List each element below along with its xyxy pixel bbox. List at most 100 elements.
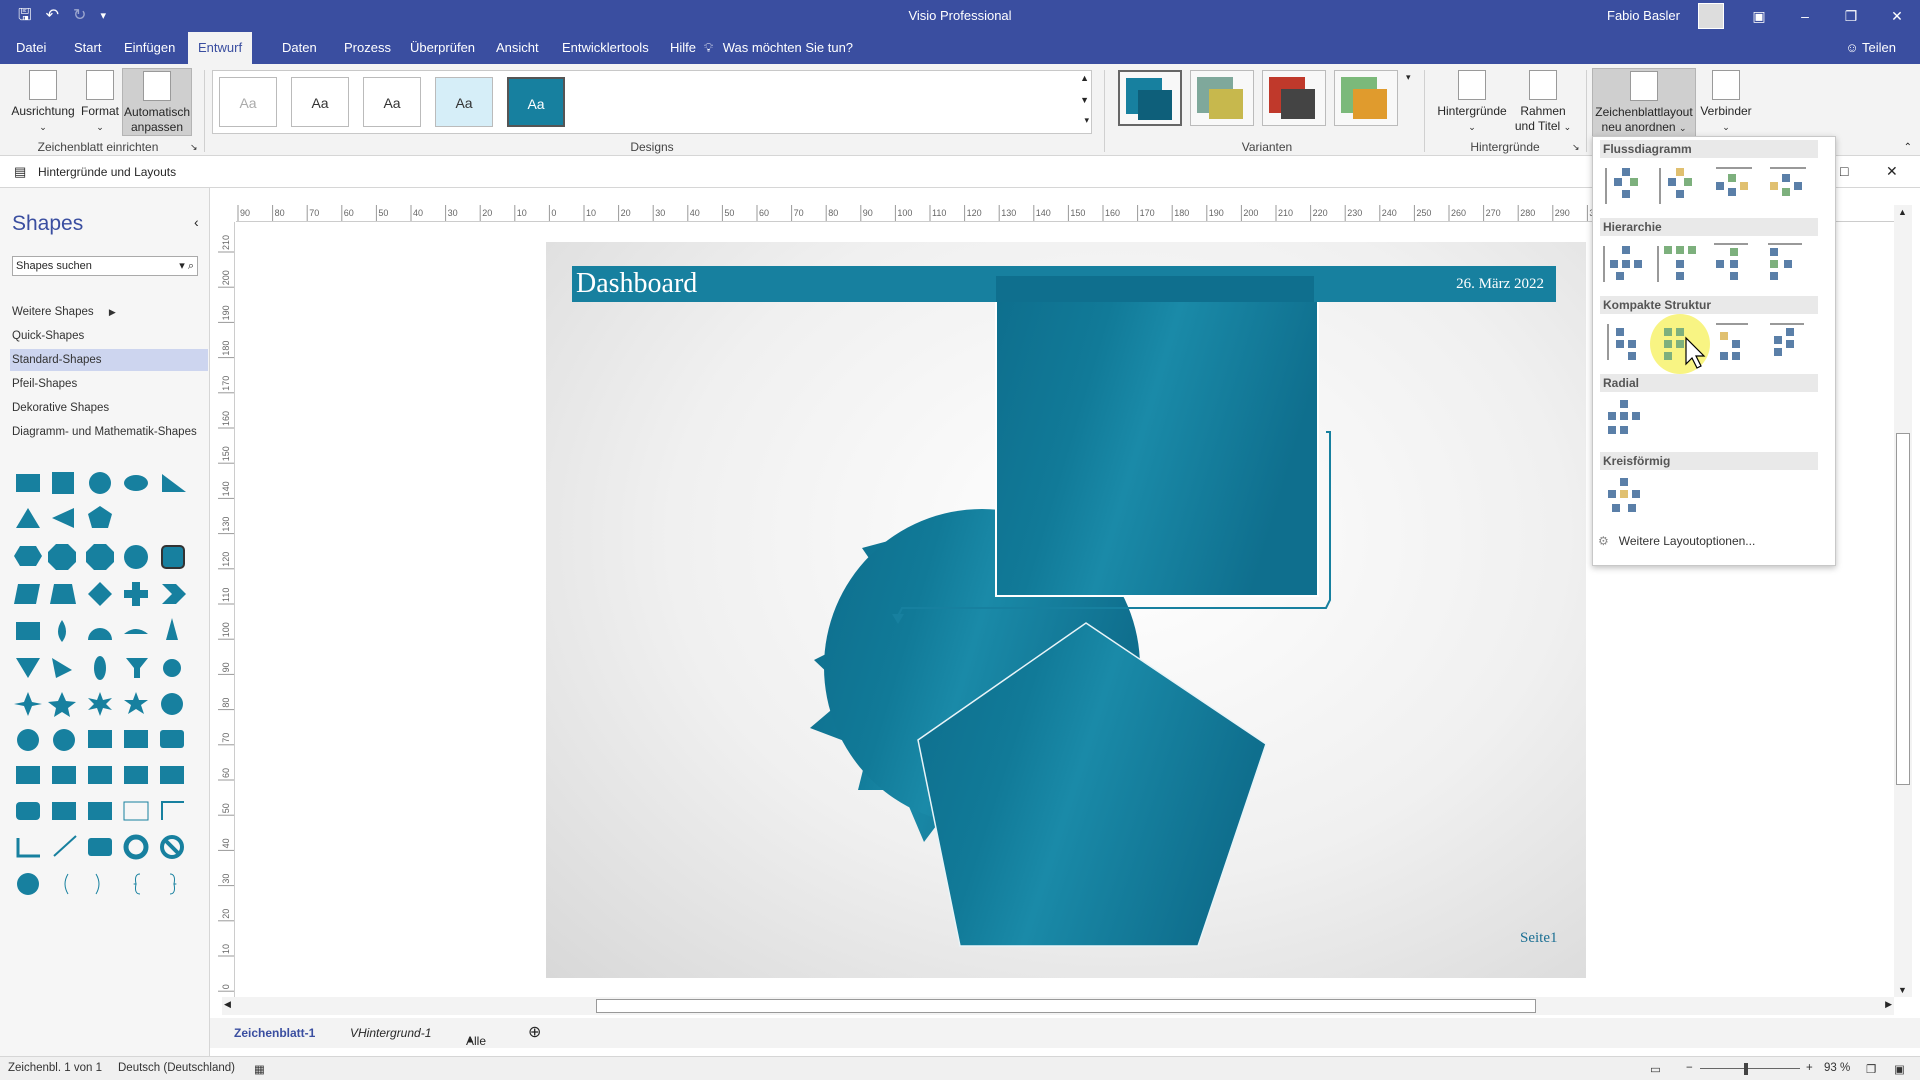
- dialog-launcher-icon[interactable]: ↘: [1572, 142, 1580, 153]
- scroll-left-icon[interactable]: ◀: [224, 999, 231, 1010]
- shape-circle-small[interactable]: [17, 873, 39, 895]
- shape-plaque[interactable]: [88, 838, 112, 856]
- share-button[interactable]: ☺ Teilen: [1845, 32, 1896, 64]
- shape-parallelogram[interactable]: [14, 584, 40, 604]
- shape-can[interactable]: [161, 545, 185, 569]
- stencil-pfeil-shapes[interactable]: Pfeil-Shapes: [12, 378, 77, 390]
- shape-line[interactable]: [53, 835, 77, 857]
- rahmen-titel-button[interactable]: Rahmen und Titel ⌄: [1510, 68, 1576, 135]
- macro-icon[interactable]: ▦: [254, 1062, 265, 1076]
- vertical-scrollbar[interactable]: ▲ ▼: [1894, 205, 1912, 997]
- switch-windows-icon[interactable]: ▣: [1894, 1062, 1905, 1076]
- shape-brace-right[interactable]: [169, 873, 177, 895]
- add-page-icon[interactable]: ⊕: [528, 1022, 541, 1042]
- shape-arc[interactable]: [124, 629, 148, 634]
- design-theme-2[interactable]: Aa: [291, 77, 349, 127]
- shape-rect-g[interactable]: [88, 802, 112, 820]
- shape-octagon[interactable]: [86, 544, 114, 570]
- variant-3[interactable]: [1262, 70, 1326, 126]
- shapes-search-input[interactable]: Shapes suchen ▾ ⌕: [12, 256, 198, 276]
- collapse-ribbon-icon[interactable]: ⌃: [1904, 142, 1912, 153]
- stencil-diagramm-mathematik[interactable]: Diagramm- und Mathematik-Shapes: [12, 426, 197, 438]
- shape-chevron[interactable]: [162, 584, 186, 604]
- panel-close-icon[interactable]: ✕: [1886, 163, 1898, 180]
- shape-rect-b[interactable]: [52, 766, 76, 784]
- shape-right-triangle[interactable]: [162, 474, 186, 492]
- more-icon[interactable]: ▾: [1084, 115, 1089, 126]
- shape-leaf[interactable]: [94, 656, 106, 680]
- tab-ansicht[interactable]: Ansicht: [486, 32, 549, 64]
- auto-size-button[interactable]: Automatisch anpassen: [122, 68, 192, 136]
- shape-cross[interactable]: [124, 582, 148, 606]
- hintergruende-button[interactable]: Hintergründe ⌄: [1436, 68, 1508, 135]
- design-theme-3[interactable]: Aa: [363, 77, 421, 127]
- shape-rectangle[interactable]: [16, 474, 40, 492]
- format-button[interactable]: Format ⌄: [78, 68, 122, 135]
- shape-rect-c[interactable]: [88, 766, 112, 784]
- zoom-level[interactable]: 93 %: [1824, 1062, 1850, 1074]
- layout-compact-right-down-icon[interactable]: [1716, 323, 1748, 360]
- tab-daten[interactable]: Daten: [272, 32, 327, 64]
- shape-frame[interactable]: [88, 730, 112, 748]
- square-shape[interactable]: [995, 275, 1319, 597]
- shape-decagon[interactable]: [124, 545, 148, 569]
- shape-triangle[interactable]: [16, 508, 40, 528]
- user-name[interactable]: Fabio Basler: [1607, 8, 1680, 23]
- shape-star-7[interactable]: [124, 692, 148, 714]
- tab-entwicklertools[interactable]: Entwicklertools: [552, 32, 659, 64]
- shape-star-4[interactable]: [14, 692, 42, 716]
- language[interactable]: Deutsch (Deutschland): [118, 1062, 235, 1074]
- close-icon[interactable]: ✕: [1874, 0, 1920, 32]
- more-layout-options-link[interactable]: ⚙ Weitere Layoutoptionen...: [1598, 534, 1755, 548]
- ausrichtung-button[interactable]: Ausrichtung ⌄: [8, 68, 78, 135]
- relayout-page-button[interactable]: Zeichenblattlayout neu anordnen ⌄: [1592, 68, 1696, 140]
- scroll-up-icon[interactable]: ▲: [1898, 207, 1907, 217]
- tab-start[interactable]: Start: [64, 32, 111, 64]
- variants-more-icon[interactable]: ▾: [1406, 72, 1411, 83]
- shape-snip-rect[interactable]: [160, 730, 184, 748]
- horizontal-scrollbar[interactable]: ◀ ▶: [222, 997, 1894, 1015]
- layout-hierarchy-top-bottom-icon[interactable]: [1603, 246, 1642, 282]
- layout-hierarchy-left-right-icon[interactable]: [1714, 243, 1748, 280]
- shape-heptagon[interactable]: [48, 544, 76, 570]
- stencil-dekorative-shapes[interactable]: Dekorative Shapes: [12, 402, 109, 414]
- shape-donut[interactable]: [123, 834, 149, 860]
- shape-inverted-triangle[interactable]: [16, 658, 40, 678]
- tell-me-search[interactable]: 💡︎ Was möchten Sie tun?: [704, 32, 853, 64]
- layout-flow-right-left-icon[interactable]: [1770, 167, 1806, 196]
- layout-flow-top-bottom-icon[interactable]: [1605, 168, 1638, 204]
- shape-pentagon[interactable]: [88, 506, 112, 528]
- minimize-icon[interactable]: –: [1782, 0, 1828, 32]
- layout-circular-icon[interactable]: [1608, 478, 1640, 512]
- layout-flow-bottom-top-icon[interactable]: [1659, 168, 1692, 204]
- ribbon-display-icon[interactable]: ▣: [1736, 0, 1782, 32]
- shape-square[interactable]: [52, 472, 74, 494]
- tab-vhintergrund-1[interactable]: VHintergrund-1: [350, 1026, 431, 1040]
- verbinder-button[interactable]: Verbinder ⌄: [1698, 68, 1754, 135]
- design-theme-1[interactable]: Aa: [219, 77, 277, 127]
- vertical-scroll-thumb[interactable]: [1896, 433, 1910, 785]
- variant-2[interactable]: [1190, 70, 1254, 126]
- shape-ellipse[interactable]: [124, 475, 148, 491]
- layout-radial-icon[interactable]: [1608, 400, 1640, 434]
- design-theme-5[interactable]: Aa: [507, 77, 565, 127]
- maximize-icon[interactable]: ❐: [1828, 0, 1874, 32]
- shape-seal-24[interactable]: [17, 729, 39, 751]
- search-icon[interactable]: ▾ ⌕: [179, 257, 194, 275]
- shape-rect-a[interactable]: [16, 766, 40, 784]
- shape-rect-e[interactable]: [160, 766, 184, 784]
- shape-corner-rect[interactable]: [124, 730, 148, 748]
- shape-empty-rect[interactable]: [123, 801, 149, 821]
- layout-flow-left-right-icon[interactable]: [1716, 167, 1752, 196]
- shape-half-circle[interactable]: [88, 628, 112, 640]
- shape-cone[interactable]: [166, 618, 178, 640]
- shape-l-shape[interactable]: [16, 838, 40, 858]
- tab-ueberpruefen[interactable]: Überprüfen: [400, 32, 485, 64]
- zoom-out-icon[interactable]: −: [1686, 1062, 1693, 1074]
- shape-cube[interactable]: [16, 622, 40, 640]
- layout-compact-left-down-icon[interactable]: [1770, 323, 1804, 356]
- tab-zeichenblatt-1[interactable]: Zeichenblatt-1: [234, 1026, 315, 1040]
- stencil-weitere-shapes[interactable]: Weitere Shapes ▶: [12, 306, 116, 318]
- fit-page-icon[interactable]: ❐: [1866, 1062, 1876, 1076]
- shape-trapezoid[interactable]: [50, 584, 76, 604]
